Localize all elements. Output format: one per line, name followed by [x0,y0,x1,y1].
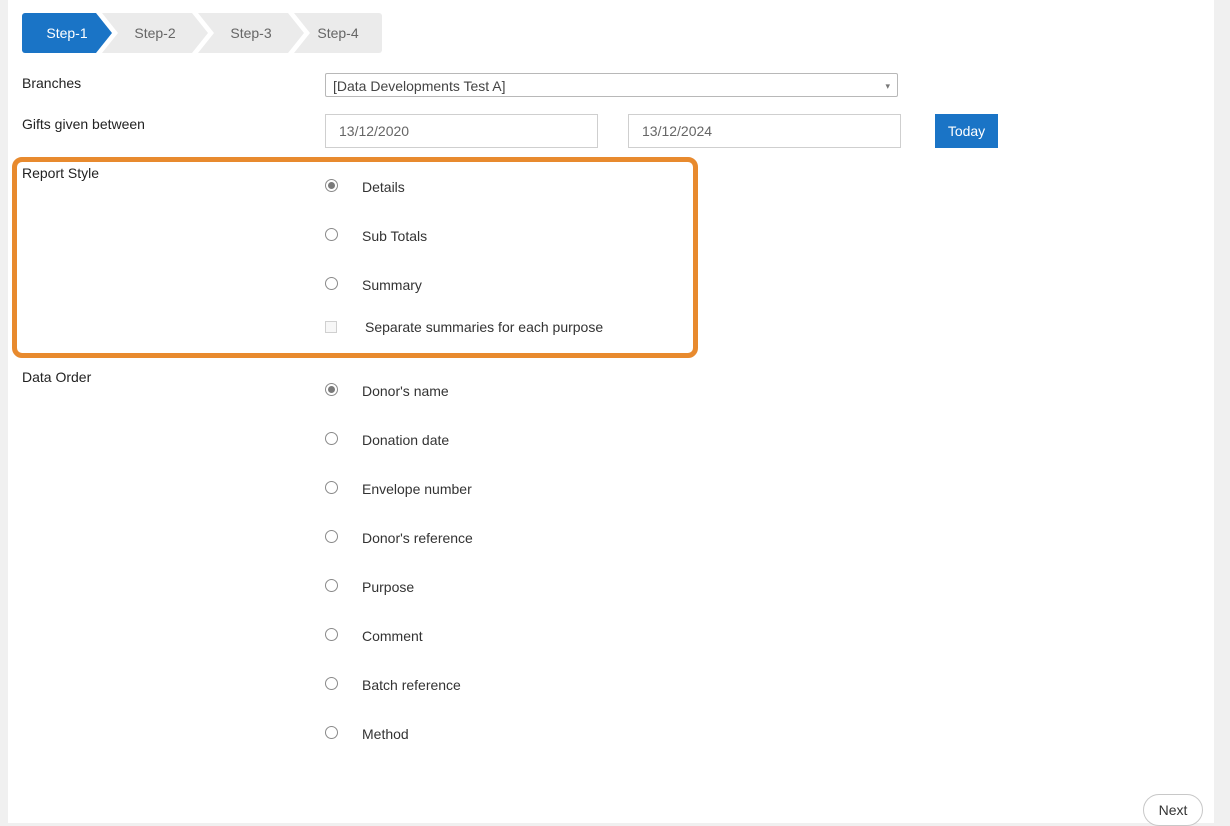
data-order-donors-reference-label[interactable]: Donor's reference [362,530,473,546]
data-order-label: Data Order [22,369,92,385]
report-style-subtotals-label[interactable]: Sub Totals [362,228,427,244]
report-panel [8,0,1214,823]
separate-summaries-label[interactable]: Separate summaries for each purpose [365,319,603,335]
data-order-donation-date-radio[interactable] [325,432,338,445]
report-style-summary-radio[interactable] [325,277,338,290]
data-order-comment-radio[interactable] [325,628,338,641]
report-style-subtotals-radio[interactable] [325,228,338,241]
today-button[interactable]: Today [935,114,998,148]
report-style-label: Report Style [22,165,100,181]
step-1-tab[interactable]: Step-1 [22,13,112,53]
data-order-batch-reference-radio[interactable] [325,677,338,690]
data-order-donors-name-label[interactable]: Donor's name [362,383,449,399]
branches-select[interactable]: [Data Developments Test A] ▾ [325,73,898,97]
next-button[interactable]: Next [1143,794,1203,826]
data-order-method-label[interactable]: Method [362,726,409,742]
report-style-details-label[interactable]: Details [362,179,405,195]
report-style-details-radio[interactable] [325,179,338,192]
chevron-down-icon: ▾ [885,81,890,91]
separate-summaries-checkbox[interactable] [325,321,337,333]
data-order-batch-reference-label[interactable]: Batch reference [362,677,461,693]
date-to-input[interactable]: 13/12/2024 [628,114,901,148]
data-order-envelope-number-radio[interactable] [325,481,338,494]
data-order-comment-label[interactable]: Comment [362,628,423,644]
data-order-donors-reference-radio[interactable] [325,530,338,543]
data-order-donors-name-radio[interactable] [325,383,338,396]
data-order-purpose-label[interactable]: Purpose [362,579,414,595]
gifts-given-between-label: Gifts given between [22,116,145,132]
data-order-envelope-number-label[interactable]: Envelope number [362,481,472,497]
report-style-summary-label[interactable]: Summary [362,277,422,293]
branches-label: Branches [22,75,82,91]
data-order-method-radio[interactable] [325,726,338,739]
data-order-purpose-radio[interactable] [325,579,338,592]
branches-selected-value: [Data Developments Test A] [333,78,506,94]
data-order-donation-date-label[interactable]: Donation date [362,432,449,448]
date-from-input[interactable]: 13/12/2020 [325,114,598,148]
